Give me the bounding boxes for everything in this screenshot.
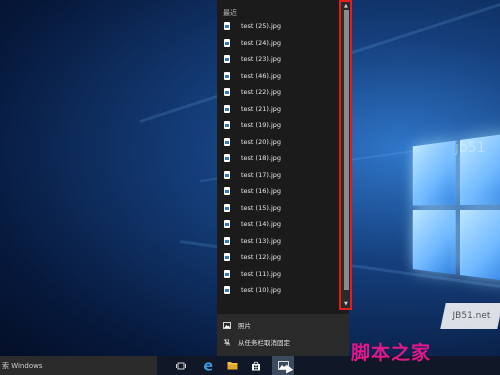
recent-file-label: test (24).jpg <box>241 38 282 47</box>
edge-button[interactable] <box>197 356 219 375</box>
image-file-icon <box>224 253 230 262</box>
image-file-icon <box>224 170 230 179</box>
scroll-thumb[interactable] <box>344 10 349 290</box>
recent-file-label: test (12).jpg <box>241 253 282 262</box>
watermark-badge: JB51.net <box>440 303 500 329</box>
image-file-icon <box>224 154 230 163</box>
image-file-icon <box>224 55 230 64</box>
image-file-icon <box>224 187 230 196</box>
file-explorer-button[interactable] <box>221 356 243 375</box>
search-box[interactable]: 索 Windows <box>0 356 157 375</box>
image-file-icon <box>224 269 230 278</box>
recent-file-label: test (22).jpg <box>241 88 282 97</box>
recent-file-label: test (19).jpg <box>241 121 282 130</box>
recent-file-item[interactable]: test (19).jpg <box>217 117 343 134</box>
recent-file-item[interactable]: test (10).jpg <box>217 282 343 299</box>
jumplist-footer: 照片 从任务栏取消固定 <box>217 314 349 356</box>
recent-file-item[interactable]: test (23).jpg <box>217 51 343 68</box>
recent-file-label: test (18).jpg <box>241 154 282 163</box>
recent-file-item[interactable]: test (17).jpg <box>217 167 343 184</box>
jump-list: 最近 test (25).jpg test (24).jpg test (23).j… <box>217 0 349 356</box>
image-file-icon <box>224 236 230 245</box>
recent-file-label: test (46).jpg <box>241 71 282 80</box>
recent-file-item[interactable]: test (12).jpg <box>217 249 343 266</box>
scroll-up-arrow-icon[interactable]: ▲ <box>344 3 348 9</box>
recent-file-item[interactable]: test (20).jpg <box>217 134 343 151</box>
open-photos-item[interactable]: 照片 <box>223 318 251 332</box>
image-file-icon <box>224 71 230 80</box>
unpin-from-taskbar-item[interactable]: 从任务栏取消固定 <box>223 335 290 349</box>
photos-app-icon <box>223 321 231 329</box>
recent-file-label: test (11).jpg <box>241 269 282 278</box>
jumplist-scrollbar[interactable]: ▲ ▼ <box>339 0 352 310</box>
file-explorer-icon <box>227 362 237 370</box>
recent-file-item[interactable]: test (15).jpg <box>217 200 343 217</box>
unpin-icon <box>223 338 231 346</box>
scroll-down-arrow-icon[interactable]: ▼ <box>344 301 348 307</box>
photos-app-label: 照片 <box>238 322 251 330</box>
recent-file-label: test (21).jpg <box>241 104 282 113</box>
recent-file-label: test (17).jpg <box>241 170 282 179</box>
unpin-label: 从任务栏取消固定 <box>238 339 290 347</box>
recent-file-label: test (13).jpg <box>241 236 282 245</box>
recent-file-label: test (25).jpg <box>241 22 282 31</box>
image-file-icon <box>224 38 230 47</box>
image-file-icon <box>224 203 230 212</box>
task-view-button[interactable] <box>170 356 192 375</box>
recent-file-item[interactable]: test (16).jpg <box>217 183 343 200</box>
image-file-icon <box>224 88 230 97</box>
image-file-icon <box>224 121 230 130</box>
search-placeholder: 索 Windows <box>2 361 43 370</box>
recent-header: 最近 <box>223 9 237 17</box>
image-file-icon <box>224 104 230 113</box>
recent-file-item[interactable]: test (18).jpg <box>217 150 343 167</box>
recent-file-item[interactable]: test (25).jpg <box>217 18 343 35</box>
recent-file-item[interactable]: test (11).jpg <box>217 266 343 283</box>
recent-file-label: test (20).jpg <box>241 137 282 146</box>
image-file-icon <box>224 22 230 31</box>
watermark-text: 脚本之家 <box>351 342 432 364</box>
edge-icon <box>204 361 213 371</box>
image-file-icon <box>224 137 230 146</box>
image-file-icon <box>224 286 230 295</box>
image-file-icon <box>224 220 230 229</box>
recent-file-label: test (15).jpg <box>241 203 282 212</box>
recent-file-label: test (23).jpg <box>241 55 282 64</box>
recent-file-item[interactable]: test (46).jpg <box>217 68 343 85</box>
recent-list: test (25).jpg test (24).jpg test (23).jpg t… <box>217 18 343 299</box>
watermark-faint: jb51 <box>455 140 486 156</box>
store-icon <box>252 361 260 370</box>
task-view-icon <box>176 362 186 369</box>
recent-file-label: test (16).jpg <box>241 187 282 196</box>
recent-file-label: test (14).jpg <box>241 220 282 229</box>
store-button[interactable] <box>245 356 267 375</box>
recent-file-item[interactable]: test (24).jpg <box>217 35 343 52</box>
recent-file-label: test (10).jpg <box>241 286 282 295</box>
recent-file-item[interactable]: test (22).jpg <box>217 84 343 101</box>
recent-file-item[interactable]: test (14).jpg <box>217 216 343 233</box>
recent-file-item[interactable]: test (13).jpg <box>217 233 343 250</box>
recent-file-item[interactable]: test (21).jpg <box>217 101 343 118</box>
